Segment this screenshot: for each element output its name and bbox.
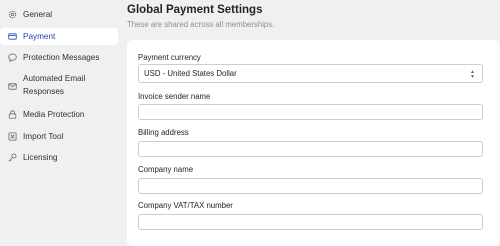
sidebar-item-general[interactable]: General: [0, 8, 118, 22]
sidebar-item-label: Protection Messages: [23, 53, 100, 62]
sidebar-item-label: Payment: [23, 32, 56, 41]
billing-address-label: Billing address: [138, 128, 189, 137]
payment-currency-label: Payment currency: [138, 53, 201, 62]
sidebar-item-protection-messages[interactable]: Protection Messages: [0, 51, 118, 65]
lock-icon: [8, 110, 17, 119]
credit-card-icon: [8, 32, 17, 41]
sidebar-item-payment[interactable]: Payment: [0, 28, 118, 45]
company-name-input[interactable]: [138, 178, 483, 194]
sidebar-item-media-protection[interactable]: Media Protection: [0, 108, 118, 122]
payment-currency-select[interactable]: USD - United States Dollar ▲ ▼: [138, 64, 483, 83]
chat-bubble-icon: [8, 53, 17, 62]
page-subtitle: These are shared across all memberships.: [127, 20, 275, 29]
sidebar-item-automated-email-responses[interactable]: Automated Email Responses: [0, 72, 118, 100]
payment-settings-card: Payment currency USD - United States Dol…: [127, 40, 500, 246]
company-vat-number-input[interactable]: [138, 214, 483, 230]
invoice-sender-name-label: Invoice sender name: [138, 92, 211, 101]
select-arrows-icon: ▲ ▼: [470, 69, 475, 80]
sidebar-item-import-tool[interactable]: Import Tool: [0, 130, 118, 144]
company-name-label: Company name: [138, 165, 194, 174]
gear-icon: [8, 10, 17, 19]
payment-currency-value: USD - United States Dollar: [144, 69, 237, 78]
sidebar-item-licensing[interactable]: Licensing: [0, 151, 118, 165]
import-icon: [8, 132, 17, 141]
sidebar-item-label: Automated Email Responses: [23, 74, 86, 96]
invoice-sender-name-input[interactable]: [138, 104, 483, 120]
company-vat-number-label: Company VAT/TAX number: [138, 201, 233, 210]
key-icon: [8, 153, 17, 162]
sidebar-item-label: Media Protection: [23, 110, 85, 119]
settings-sidebar: General Payment Protection Messages Auto…: [0, 0, 118, 246]
envelope-icon: [8, 82, 17, 91]
sidebar-item-label: Import Tool: [23, 132, 64, 141]
billing-address-input[interactable]: [138, 141, 483, 157]
page-title: Global Payment Settings: [127, 4, 263, 16]
sidebar-item-label: General: [23, 10, 53, 19]
sidebar-item-label: Licensing: [23, 153, 58, 162]
